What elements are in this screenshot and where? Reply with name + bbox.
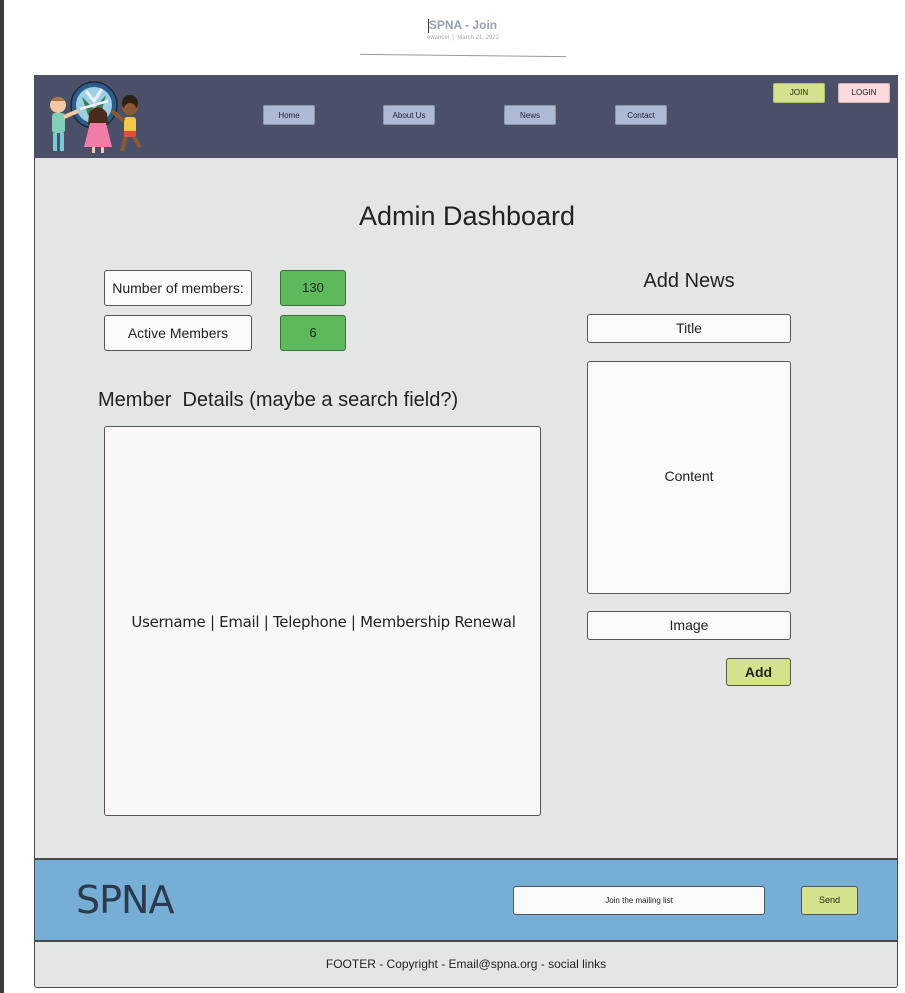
footer-brand: SPNA bbox=[76, 878, 174, 922]
nav-home-button[interactable]: Home bbox=[263, 105, 315, 125]
title-divider-line bbox=[360, 53, 566, 58]
news-content-field[interactable]: Content bbox=[587, 361, 791, 594]
page-title: Admin Dashboard bbox=[358, 201, 576, 231]
news-image-field[interactable]: Image bbox=[587, 611, 791, 640]
footer-copyright: FOOTER - Copyright - Email@spna.org - so… bbox=[34, 941, 898, 988]
document-title: SPNA - Join ewancel | March 21, 2022 bbox=[360, 18, 566, 58]
document-meta: ewancel | March 21, 2022 bbox=[427, 35, 499, 41]
send-button[interactable]: Send bbox=[801, 886, 858, 915]
login-button[interactable]: LOGIN bbox=[838, 83, 890, 103]
left-edge-bar bbox=[0, 0, 4, 993]
document-title-text[interactable]: SPNA - Join bbox=[360, 18, 566, 33]
children-globe-logo-icon[interactable] bbox=[42, 79, 146, 155]
footer-mailing-section: SPNA Join the mailing list Send bbox=[34, 859, 898, 941]
member-details-heading: Member Details (maybe a search field?) bbox=[98, 389, 459, 411]
site-header: Home About Us News Contact JOIN LOGIN bbox=[34, 75, 898, 158]
nav-news-button[interactable]: News bbox=[504, 105, 556, 125]
main-content: Admin Dashboard Number of members: 130 A… bbox=[34, 158, 898, 859]
add-news-button[interactable]: Add bbox=[726, 658, 791, 686]
text-cursor bbox=[428, 19, 429, 33]
join-button[interactable]: JOIN bbox=[773, 83, 825, 103]
nav-about-us-button[interactable]: About Us bbox=[383, 105, 435, 125]
members-count-value: 130 bbox=[280, 270, 346, 306]
document-title-label: SPNA - Join bbox=[428, 18, 498, 32]
members-count-label: Number of members: bbox=[104, 270, 252, 306]
mailing-list-input[interactable]: Join the mailing list bbox=[513, 886, 765, 915]
add-news-heading: Add News bbox=[643, 270, 735, 292]
member-details-columns: Username | Email | Telephone | Membershi… bbox=[131, 613, 516, 631]
news-title-field[interactable]: Title bbox=[587, 314, 791, 343]
active-members-value: 6 bbox=[280, 315, 346, 351]
document-date: March 21, 2022 bbox=[457, 35, 499, 41]
nav-contact-button[interactable]: Contact bbox=[615, 105, 667, 125]
member-details-table[interactable]: Username | Email | Telephone | Membershi… bbox=[104, 426, 541, 816]
document-author: ewancel bbox=[427, 35, 450, 41]
active-members-label: Active Members bbox=[104, 315, 252, 351]
